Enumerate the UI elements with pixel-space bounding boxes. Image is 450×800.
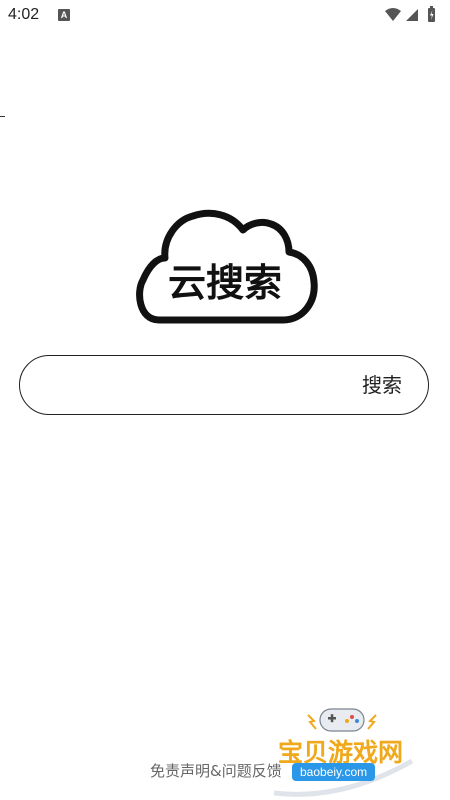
logo-text: 云搜索 [168, 261, 282, 305]
watermark: 宝贝游戏网 baobeiy.com [272, 705, 422, 800]
a-icon: A [58, 9, 70, 21]
wifi-icon [385, 8, 401, 21]
status-bar: 4:02 A [0, 0, 450, 32]
battery-icon [428, 6, 435, 22]
cloud-logo: 云搜索 [133, 208, 319, 328]
signal-icon [406, 9, 418, 21]
search-button[interactable]: 搜索 [362, 373, 402, 397]
search-input[interactable] [42, 366, 346, 408]
search-bar: 搜索 [19, 355, 429, 415]
watermark-subtitle: baobeiy.com [292, 763, 376, 781]
disclaimer-feedback-link[interactable]: 免责声明&问题反馈 [150, 760, 282, 781]
gamepad-icon [319, 708, 365, 732]
status-time: 4:02 [8, 6, 40, 23]
status-icons [384, 6, 440, 24]
edge-indicator [0, 116, 5, 117]
